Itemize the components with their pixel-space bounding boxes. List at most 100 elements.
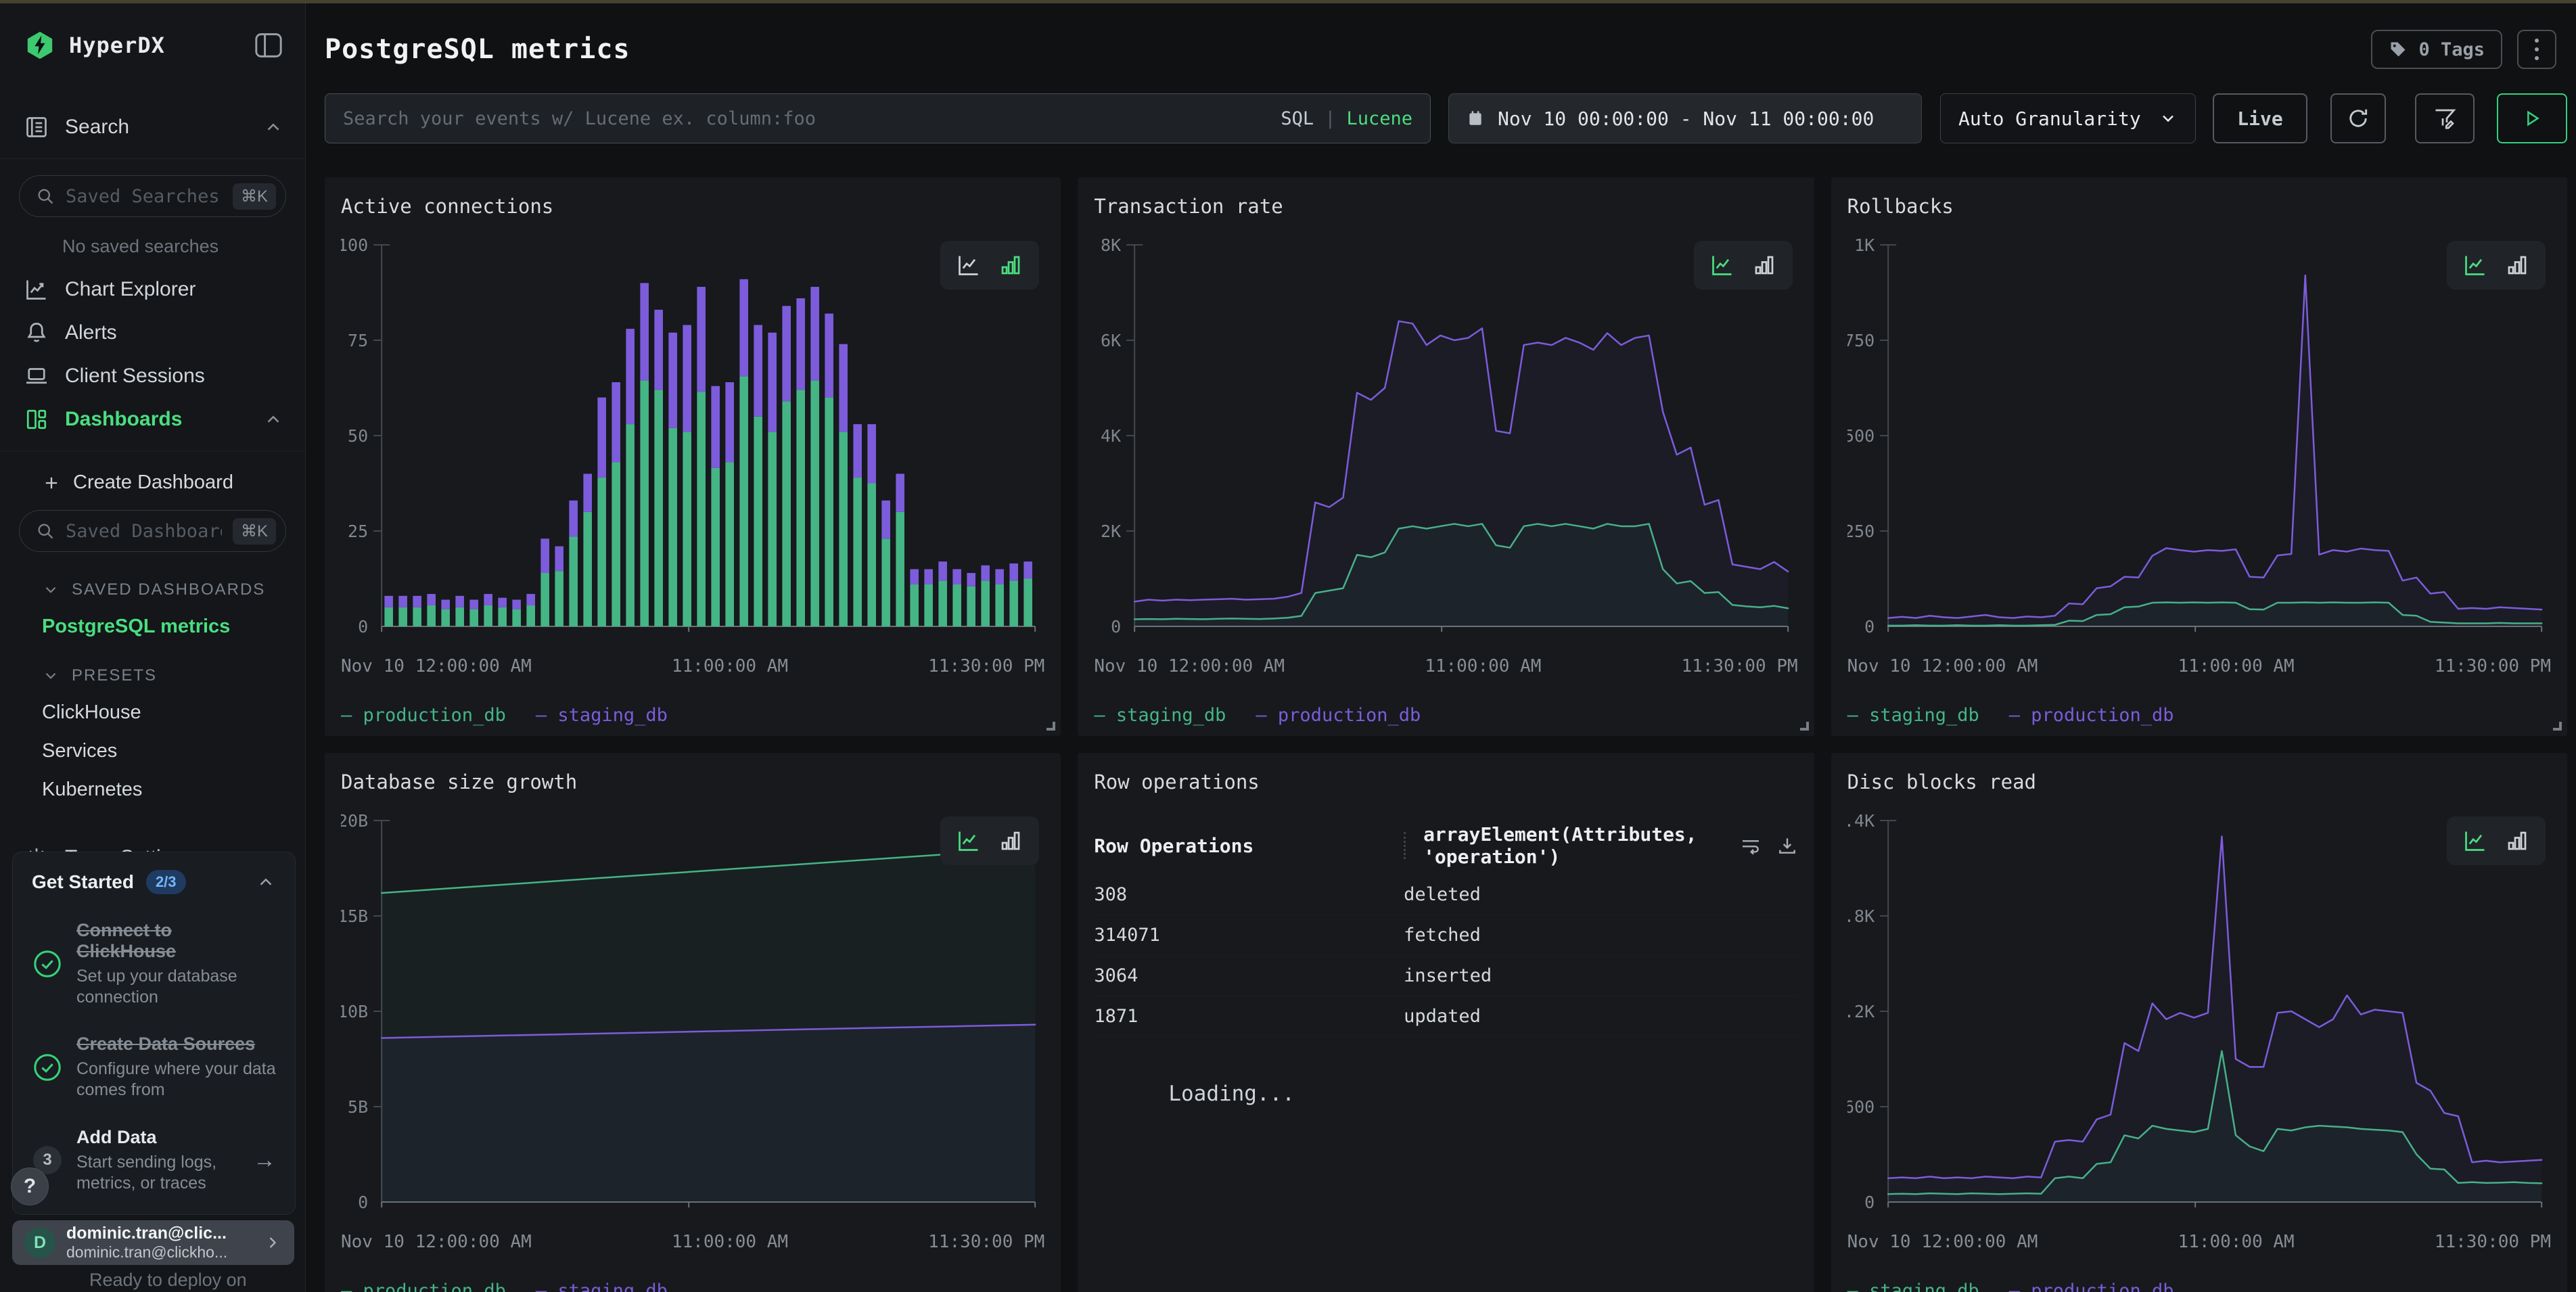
- lucene-mode-toggle[interactable]: Lucene: [1346, 108, 1412, 129]
- date-range-picker[interactable]: Nov 10 00:00:00 - Nov 11 00:00:00: [1448, 93, 1922, 143]
- wrap-text-icon[interactable]: [1740, 835, 1762, 856]
- table-row[interactable]: 314071fetched: [1094, 915, 1797, 956]
- sidebar-item-label: Search: [65, 116, 129, 139]
- event-search-box[interactable]: SQL | Lucene: [325, 93, 1431, 143]
- legend-item[interactable]: — staging_db: [1847, 705, 1979, 726]
- line-chart-icon[interactable]: [1710, 253, 1734, 277]
- svg-text:5B: 5B: [348, 1097, 368, 1117]
- legend-item[interactable]: — staging_db: [536, 1281, 668, 1292]
- event-search-input[interactable]: [343, 108, 1267, 129]
- legend-item[interactable]: — staging_db: [536, 705, 668, 726]
- ready-to-deploy-text: Ready to deploy on: [89, 1270, 247, 1291]
- chart-title: Row operations: [1094, 770, 1797, 793]
- svg-text:1.2K: 1.2K: [1847, 1002, 1874, 1021]
- chevron-up-icon[interactable]: [256, 872, 276, 892]
- legend-item[interactable]: — production_db: [341, 705, 506, 726]
- bar-chart-icon[interactable]: [998, 253, 1023, 277]
- legend-item[interactable]: — production_db: [341, 1281, 506, 1292]
- saved-dashboards-field[interactable]: [66, 521, 222, 542]
- table-row[interactable]: 308deleted: [1094, 875, 1797, 915]
- chart-card-disc-blocks-read: Disc blocks read 06001.2K1.8K2.4K Nov 10…: [1831, 753, 2567, 1292]
- bar-chart-icon[interactable]: [2505, 829, 2529, 853]
- legend-item[interactable]: — staging_db: [1094, 705, 1226, 726]
- sidebar-item-chart-explorer[interactable]: Chart Explorer: [0, 268, 305, 311]
- create-dashboard-button[interactable]: Create Dashboard: [42, 471, 305, 494]
- saved-dashboards-section[interactable]: SAVED DASHBOARDS: [42, 580, 305, 599]
- sidebar-item-alerts[interactable]: Alerts: [0, 311, 305, 354]
- chart-type-toggle: [2447, 241, 2546, 290]
- loading-text: Loading...: [1168, 1082, 1797, 1106]
- tag-icon: [2389, 40, 2408, 59]
- granularity-select[interactable]: Auto Granularity: [1940, 93, 2196, 143]
- svg-text:25: 25: [348, 522, 368, 541]
- shortcut-badge: ⌘K: [233, 518, 276, 545]
- resize-handle[interactable]: [1800, 722, 1809, 731]
- svg-text:75: 75: [348, 331, 368, 350]
- table-row[interactable]: 3064inserted: [1094, 956, 1797, 996]
- sidebar: HyperDX Search ⌘K No saved searches Char…: [0, 0, 306, 1292]
- legend-item[interactable]: — production_db: [2009, 1281, 2174, 1292]
- resize-handle[interactable]: [1046, 722, 1055, 731]
- sidebar-preset-kubernetes[interactable]: Kubernetes: [42, 779, 305, 801]
- presets-section[interactable]: PRESETS: [42, 666, 305, 685]
- bar-chart-icon[interactable]: [1752, 253, 1776, 277]
- rollbacks-chart: 02505007501K: [1847, 231, 2551, 651]
- sidebar-preset-clickhouse[interactable]: ClickHouse: [42, 701, 305, 724]
- legend-item[interactable]: — staging_db: [1847, 1281, 1979, 1292]
- sql-mode-toggle[interactable]: SQL: [1281, 108, 1314, 129]
- line-chart-icon[interactable]: [2463, 253, 2487, 277]
- live-button[interactable]: Live: [2213, 93, 2307, 143]
- legend-item[interactable]: — production_db: [1256, 705, 1421, 726]
- run-query-button[interactable]: [2497, 93, 2567, 143]
- download-icon[interactable]: [1776, 835, 1798, 856]
- chart-legend: — production_db — staging_db: [341, 705, 1044, 726]
- chart-title: Rollbacks: [1847, 195, 2551, 218]
- chart-card-active-connections: Active connections 0255075100 Nov 10 12:…: [325, 177, 1061, 736]
- hyperdx-logo-icon: [24, 30, 55, 61]
- tags-button[interactable]: 0 Tags: [2371, 30, 2502, 69]
- resize-handle[interactable]: [2553, 722, 2562, 731]
- saved-searches-field[interactable]: [66, 186, 222, 207]
- bar-chart-icon[interactable]: [2505, 253, 2529, 277]
- sidebar-dashboard-postgresql-metrics[interactable]: PostgreSQL metrics: [42, 616, 305, 638]
- bar-chart-icon[interactable]: [998, 829, 1023, 853]
- sidebar-item-label: Client Sessions: [65, 365, 205, 388]
- table-row[interactable]: 1871updated: [1094, 996, 1797, 1037]
- user-menu[interactable]: D dominic.tran@clic... dominic.tran@clic…: [12, 1220, 294, 1265]
- divider: [0, 158, 305, 159]
- line-chart-icon[interactable]: [957, 253, 981, 277]
- plus-icon: [42, 474, 61, 492]
- sidebar-item-client-sessions[interactable]: Client Sessions: [0, 354, 305, 398]
- x-axis-labels: Nov 10 12:00:00 AM11:00:00 AM11:30:00 PM: [1847, 1232, 2551, 1252]
- get-started-step-connect[interactable]: Connect to ClickHouse Set up your databa…: [32, 920, 276, 1009]
- get-started-step-add-data[interactable]: 3 Add Data Start sending logs, metrics, …: [32, 1127, 276, 1195]
- check-circle-icon: [32, 948, 63, 979]
- chevron-down-icon: [42, 581, 60, 599]
- saved-dashboards-input[interactable]: ⌘K: [19, 510, 286, 552]
- column-header[interactable]: Row Operations: [1094, 835, 1404, 857]
- kebab-menu-button[interactable]: [2517, 30, 2556, 69]
- chart-legend: — staging_db — production_db: [1847, 1281, 2551, 1292]
- line-chart-icon[interactable]: [2463, 829, 2487, 853]
- chart-title: Transaction rate: [1094, 195, 1797, 218]
- sidebar-collapse-icon[interactable]: [254, 32, 283, 59]
- sidebar-item-search[interactable]: Search: [0, 106, 305, 149]
- saved-searches-input[interactable]: ⌘K: [19, 175, 286, 217]
- filter-button[interactable]: [2415, 93, 2475, 143]
- svg-text:2K: 2K: [1101, 522, 1121, 541]
- get-started-step-sources[interactable]: Create Data Sources Configure where your…: [32, 1034, 276, 1101]
- sidebar-preset-services[interactable]: Services: [42, 740, 305, 762]
- get-started-title: Get Started: [32, 871, 134, 893]
- column-header[interactable]: arrayElement(Attributes, 'operation'): [1423, 823, 1740, 868]
- table-rows: 308deleted314071fetched3064inserted1871u…: [1094, 875, 1797, 1037]
- help-button[interactable]: ?: [11, 1168, 49, 1205]
- refresh-icon: [2346, 106, 2370, 131]
- column-resize-handle[interactable]: [1404, 832, 1406, 859]
- legend-item[interactable]: — production_db: [2009, 705, 2174, 726]
- user-name: dominic.tran@clic...: [66, 1224, 252, 1243]
- line-chart-icon[interactable]: [957, 829, 981, 853]
- disc-blocks-read-chart: 06001.2K1.8K2.4K: [1847, 807, 2551, 1226]
- sidebar-item-dashboards[interactable]: Dashboards: [0, 398, 305, 441]
- refresh-button[interactable]: [2330, 93, 2386, 143]
- progress-badge: 2/3: [146, 870, 186, 894]
